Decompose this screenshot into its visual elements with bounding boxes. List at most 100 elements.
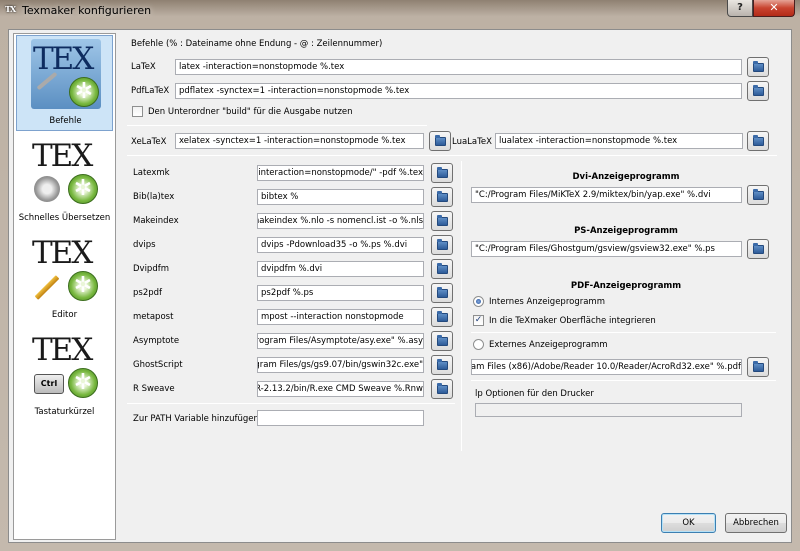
folder-icon (437, 263, 448, 274)
external-viewer-field[interactable]: ogram Files (x86)/Adobe/Reader 10.0/Read… (471, 359, 742, 375)
internal-viewer-radio[interactable] (473, 296, 484, 307)
makeindex-browse-button[interactable] (431, 211, 453, 231)
ghostscript-command-field[interactable]: Program Files/gs/gs9.07/bin/gswin32c.exe… (257, 357, 424, 373)
dvi-viewer-heading: Dvi-Anzeigeprogramm (572, 172, 680, 182)
folder-icon (437, 335, 448, 346)
latex-command-field[interactable]: latex -interaction=nonstopmode %.tex (175, 59, 742, 75)
ps2pdf-label: ps2pdf (133, 288, 163, 298)
printer-options-label: lp Optionen für den Drucker (475, 389, 594, 399)
integrate-viewer-label: In die TeXmaker Oberfläche integrieren (489, 316, 656, 326)
rsweave-browse-button[interactable] (431, 379, 453, 399)
pdflatex-label: PdfLaTeX (131, 86, 170, 96)
lualatex-label: LuaLaTeX (452, 137, 492, 147)
ghostscript-browse-button[interactable] (431, 355, 453, 375)
printer-options-field[interactable] (475, 403, 742, 417)
integrate-viewer-checkbox[interactable]: ✓ (473, 315, 484, 326)
sidebar-item-label: Editor (51, 310, 78, 320)
folder-icon (753, 61, 764, 72)
xelatex-browse-button[interactable] (429, 131, 451, 151)
close-button[interactable]: ✕ (753, 0, 795, 17)
build-subdir-label: Den Unterordner "build" für die Ausgabe … (148, 107, 353, 117)
asymptote-browse-button[interactable] (431, 331, 453, 351)
asymptote-command-field[interactable]: /Program Files/Asymptote/asy.exe" %.asy (257, 333, 424, 349)
separator (127, 125, 427, 126)
folder-icon (753, 361, 764, 372)
ps-viewer-heading: PS-Anzeigeprogramm (574, 226, 678, 236)
bibtex-label: Bib(la)tex (133, 192, 175, 202)
folder-icon (437, 215, 448, 226)
dvi-viewer-field[interactable]: "C:/Program Files/MiKTeX 2.9/miktex/bin/… (471, 187, 742, 203)
dialog-client-area: TEX ✲ Befehle TEX ✲ Schnelles Übersetzen… (8, 29, 792, 543)
separator (127, 403, 455, 404)
latexmk-browse-button[interactable] (431, 163, 453, 183)
pdf-viewer-heading: PDF-Anzeigeprogramm (570, 281, 682, 291)
sidebar-item-befehle[interactable]: TEX ✲ Befehle (16, 35, 113, 131)
sidebar-item-label: Tastaturkürzel (34, 407, 95, 417)
metapost-command-field[interactable]: mpost --interaction nonstopmode (257, 309, 424, 325)
metapost-browse-button[interactable] (431, 307, 453, 327)
tex-quick-build-icon: TEX ✲ (30, 136, 100, 206)
latex-browse-button[interactable] (747, 57, 769, 77)
vertical-separator (461, 161, 462, 451)
texmaker-app-icon: TX (5, 4, 16, 14)
help-button[interactable]: ? (727, 0, 753, 17)
makeindex-command-field[interactable]: x|makeindex %.nlo -s nomencl.ist -o %.nl… (257, 213, 424, 229)
ps-viewer-browse-button[interactable] (747, 239, 769, 259)
folder-icon (437, 167, 448, 178)
makeindex-label: Makeindex (133, 216, 179, 226)
dvipdfm-command-field[interactable]: dvipdfm %.dvi (257, 261, 424, 277)
sidebar-item-label: Befehle (49, 116, 82, 126)
folder-icon (753, 85, 764, 96)
cancel-button[interactable]: Abbrechen (725, 513, 787, 533)
dvi-viewer-browse-button[interactable] (747, 185, 769, 205)
latexmk-label: Latexmk (133, 168, 170, 178)
dvips-command-field[interactable]: dvips -Pdownload35 -o %.ps %.dvi (257, 237, 424, 253)
ok-button[interactable]: OK (661, 513, 716, 533)
dvips-browse-button[interactable] (431, 235, 453, 255)
folder-icon (437, 191, 448, 202)
title-bar[interactable]: TX Texmaker konfigurieren ? ✕ (0, 0, 800, 22)
tex-shortcuts-icon: TEX Ctrl ✲ (30, 330, 100, 400)
tex-tools-icon: TEX ✲ (31, 39, 101, 109)
metapost-label: metapost (133, 312, 174, 322)
folder-icon (437, 239, 448, 250)
latex-label: LaTeX (131, 62, 156, 72)
dvipdfm-label: Dvipdfm (133, 264, 170, 274)
xelatex-command-field[interactable]: xelatex -synctex=1 -interaction=nonstopm… (175, 133, 424, 149)
ps2pdf-command-field[interactable]: ps2pdf %.ps (257, 285, 424, 301)
path-var-label: Zur PATH Variable hinzufügen (133, 414, 259, 424)
bibtex-command-field[interactable]: bibtex % (257, 189, 424, 205)
bibtex-browse-button[interactable] (431, 187, 453, 207)
dvipdfm-browse-button[interactable] (431, 259, 453, 279)
asymptote-label: Asymptote (133, 336, 180, 346)
sidebar-item-tastaturkuerzel[interactable]: TEX Ctrl ✲ Tastaturkürzel (16, 327, 113, 423)
folder-icon (435, 135, 446, 146)
dialog-window: TX Texmaker konfigurieren ? ✕ TEX ✲ Befe… (0, 0, 800, 551)
path-var-field[interactable] (257, 410, 424, 426)
ghostscript-label: GhostScript (133, 360, 183, 370)
xelatex-label: XeLaTeX (131, 137, 167, 147)
sidebar-item-schnelles-uebersetzen[interactable]: TEX ✲ Schnelles Übersetzen (16, 133, 113, 229)
commands-panel: Befehle (% : Dateiname ohne Endung - @ :… (121, 30, 791, 544)
pdflatex-browse-button[interactable] (747, 81, 769, 101)
ps-viewer-field[interactable]: "C:/Program Files/Ghostgum/gsview/gsview… (471, 241, 742, 257)
latexmk-command-field[interactable]: =1 -interaction=nonstopmode/" -pdf %.tex (257, 165, 424, 181)
folder-icon (437, 311, 448, 322)
separator (127, 155, 777, 156)
lualatex-browse-button[interactable] (747, 131, 769, 151)
internal-viewer-label: Internes Anzeigeprogramm (489, 297, 605, 307)
rsweave-command-field[interactable]: \/R-2.13.2/bin/R.exe CMD Sweave %.Rnw (257, 381, 424, 397)
sidebar-item-editor[interactable]: TEX ✲ Editor (16, 230, 113, 326)
dvips-label: dvips (133, 240, 156, 250)
separator (471, 332, 776, 333)
external-viewer-label: Externes Anzeigeprogramm (489, 340, 608, 350)
sidebar-item-label: Schnelles Übersetzen (18, 213, 111, 223)
external-viewer-browse-button[interactable] (747, 357, 769, 377)
pdflatex-command-field[interactable]: pdflatex -synctex=1 -interaction=nonstop… (175, 83, 742, 99)
ps2pdf-browse-button[interactable] (431, 283, 453, 303)
external-viewer-radio[interactable] (473, 339, 484, 350)
folder-icon (437, 287, 448, 298)
build-subdir-checkbox[interactable] (132, 106, 143, 117)
lualatex-command-field[interactable]: lualatex -interaction=nonstopmode %.tex (495, 133, 743, 149)
folder-icon (753, 135, 764, 146)
